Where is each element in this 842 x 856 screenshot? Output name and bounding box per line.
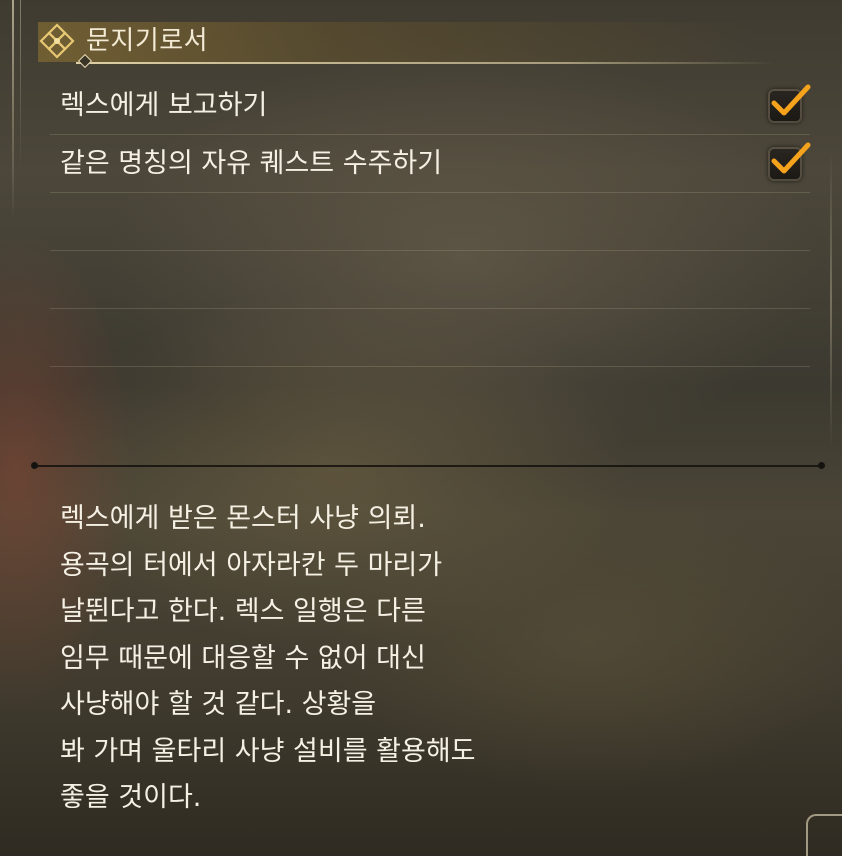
objective-label: 같은 명칭의 자유 퀘스트 수주하기 bbox=[60, 148, 443, 179]
header-underline bbox=[76, 62, 776, 64]
description-line: 사냥해야 할 것 같다. 상황을 bbox=[60, 689, 377, 720]
section-divider bbox=[34, 465, 822, 467]
frame-left-border bbox=[12, 0, 14, 220]
description-line: 날뛴다고 한다. 렉스 일행은 다른 bbox=[60, 596, 426, 627]
description-line: 봐 가며 울타리 사냥 설비를 활용해도 bbox=[60, 735, 476, 767]
divider-end-dot bbox=[31, 462, 38, 469]
checkmark-icon bbox=[771, 142, 811, 174]
objective-row: 같은 명칭의 자유 퀘스트 수주하기 bbox=[50, 135, 811, 193]
objective-checkbox bbox=[768, 84, 811, 123]
description-line: 용곡의 터에서 아자라칸 두 마리가 bbox=[60, 549, 443, 581]
objective-checkbox bbox=[768, 142, 811, 181]
objective-label: 렉스에게 보고하기 bbox=[60, 90, 268, 121]
description-line: 좋을 것이다. bbox=[60, 782, 202, 813]
quest-description: 렉스에게 받은 몬스터 사냥 의뢰. 용곡의 터에서 아자라칸 두 마리가 날뛴… bbox=[60, 496, 760, 822]
objective-row-empty bbox=[50, 193, 810, 251]
quest-header: 문지기로서 bbox=[38, 18, 778, 69]
divider-end-dot bbox=[818, 462, 825, 469]
checkmark-icon bbox=[771, 84, 811, 116]
description-line: 렉스에게 받은 몬스터 사냥 의뢰. bbox=[60, 503, 426, 534]
quest-title: 문지기로서 bbox=[86, 26, 209, 56]
description-line: 임무 때문에 대응할 수 없어 대신 bbox=[60, 642, 426, 674]
frame-left-border-inner bbox=[20, 0, 21, 170]
ornament-diamond-icon bbox=[38, 22, 76, 60]
objective-list: 렉스에게 보고하기 같은 명칭의 자유 퀘스트 수주하기 bbox=[50, 77, 811, 367]
frame-right-border bbox=[830, 150, 832, 450]
objective-row: 렉스에게 보고하기 bbox=[50, 77, 811, 135]
objective-row-empty bbox=[50, 309, 810, 367]
frame-corner-ornament bbox=[806, 814, 842, 856]
objective-row-empty bbox=[50, 251, 810, 309]
